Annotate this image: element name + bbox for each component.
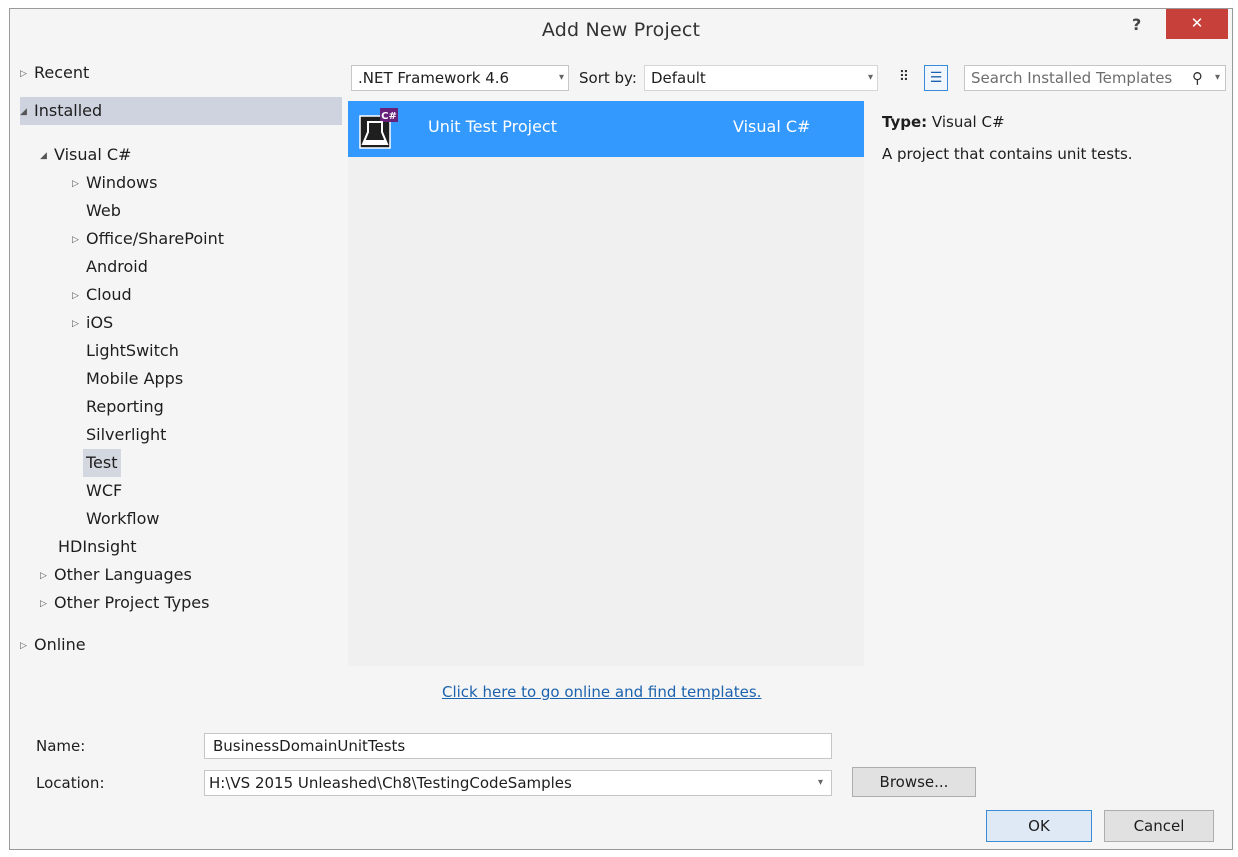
online-templates-link[interactable]: Click here to go online and find templat… (442, 683, 761, 701)
expand-arrow-icon[interactable]: ▷ (72, 310, 86, 338)
search-placeholder: Search Installed Templates (971, 69, 1173, 87)
type-line: Type: Visual C# (882, 113, 1222, 131)
project-name-input[interactable]: BusinessDomainUnitTests (204, 733, 832, 759)
dropdown-arrow-icon[interactable]: ▾ (1215, 66, 1220, 90)
help-icon[interactable]: ? (1132, 15, 1141, 34)
tree-item-label: iOS (86, 313, 114, 332)
tree-item-windows[interactable]: ▷ Windows (72, 169, 157, 197)
tree-item-other-project-types[interactable]: ▷ Other Project Types (40, 589, 209, 617)
add-new-project-dialog: Add New Project ? ✕ ▷ Recent ◢ Installed ◢… (9, 8, 1233, 850)
tree-item-ios[interactable]: ▷ iOS (72, 309, 113, 337)
tree-item-label: Cloud (86, 285, 132, 304)
tree-item-lightswitch[interactable]: LightSwitch (86, 337, 179, 365)
tree-item-label: Windows (86, 173, 158, 192)
cancel-button[interactable]: Cancel (1104, 810, 1214, 842)
tree-item-label: Office/SharePoint (86, 229, 224, 248)
expand-arrow-icon[interactable]: ▷ (40, 562, 54, 590)
tree-item-visual-csharp[interactable]: ◢ Visual C# (40, 141, 131, 169)
tree-item-label: Visual C# (54, 145, 132, 164)
template-badge: C# (381, 111, 397, 122)
ok-button[interactable]: OK (986, 810, 1092, 842)
close-button[interactable]: ✕ (1166, 9, 1228, 39)
tree-item-wcf[interactable]: WCF (86, 477, 122, 505)
tree-item-test[interactable]: Test (83, 449, 121, 477)
tree-item-cloud[interactable]: ▷ Cloud (72, 281, 132, 309)
dropdown-arrow-icon[interactable]: ▾ (818, 771, 823, 795)
framework-value: .NET Framework 4.6 (358, 69, 510, 87)
template-name: Unit Test Project (428, 117, 557, 136)
unit-test-project-icon: C# (359, 108, 398, 149)
title-bar: Add New Project ? ✕ (10, 9, 1232, 51)
tree-item-online[interactable]: ▷ Online (20, 631, 86, 659)
dropdown-arrow-icon[interactable]: ▾ (559, 66, 564, 90)
sort-select[interactable]: Default ▾ (644, 65, 878, 91)
location-label: Location: (36, 774, 105, 792)
expand-arrow-icon[interactable]: ▷ (40, 590, 54, 618)
collapse-arrow-icon[interactable]: ◢ (20, 98, 34, 126)
location-value: H:\VS 2015 Unleashed\Ch8\TestingCodeSamp… (209, 774, 572, 792)
tree-item-workflow[interactable]: Workflow (86, 505, 159, 533)
tree-item-web[interactable]: Web (86, 197, 121, 225)
tree-item-other-languages[interactable]: ▷ Other Languages (40, 561, 192, 589)
template-description: A project that contains unit tests. (882, 145, 1133, 163)
template-category-tree: ▷ Recent ◢ Installed ◢ Visual C# ▷ Windows W… (20, 57, 342, 677)
tree-item-reporting[interactable]: Reporting (86, 393, 164, 421)
template-item-unit-test-project[interactable]: C# Unit Test Project Visual C# (348, 101, 864, 157)
tree-item-label: Online (34, 635, 86, 654)
location-select[interactable]: H:\VS 2015 Unleashed\Ch8\TestingCodeSamp… (204, 770, 832, 796)
collapse-arrow-icon[interactable]: ◢ (40, 142, 54, 170)
tree-item-mobile-apps[interactable]: Mobile Apps (86, 365, 183, 393)
type-value: Visual C# (931, 113, 1005, 131)
name-label: Name: (36, 737, 86, 755)
search-icon[interactable]: ⚲ (1192, 66, 1203, 90)
tree-item-silverlight[interactable]: Silverlight (86, 421, 166, 449)
search-templates-input[interactable]: Search Installed Templates ⚲ ▾ (964, 65, 1226, 91)
tree-item-recent[interactable]: ▷ Recent (20, 59, 89, 87)
dropdown-arrow-icon[interactable]: ▾ (868, 66, 873, 90)
browse-button[interactable]: Browse... (852, 767, 976, 797)
medium-icons-view-icon[interactable]: ⠿ (892, 65, 916, 91)
expand-arrow-icon[interactable]: ▷ (72, 282, 86, 310)
tree-item-android[interactable]: Android (86, 253, 148, 281)
template-details: Type: Visual C# A project that contains … (882, 113, 1222, 163)
tree-item-installed[interactable]: ◢ Installed (20, 97, 342, 125)
expand-arrow-icon[interactable]: ▷ (20, 60, 34, 88)
expand-arrow-icon[interactable]: ▷ (72, 170, 86, 198)
sort-value: Default (651, 69, 706, 87)
template-list: C# Unit Test Project Visual C# (348, 101, 864, 666)
tree-item-office-sharepoint[interactable]: ▷ Office/SharePoint (72, 225, 224, 253)
type-label: Type: (882, 113, 928, 131)
tree-item-label: Other Project Types (54, 593, 210, 612)
tree-item-label: Other Languages (54, 565, 192, 584)
template-language: Visual C# (733, 117, 811, 136)
sort-label: Sort by: (579, 69, 637, 87)
framework-select[interactable]: .NET Framework 4.6 ▾ (351, 65, 569, 91)
small-icons-view-icon[interactable]: ☰ (924, 65, 948, 91)
expand-arrow-icon[interactable]: ▷ (72, 226, 86, 254)
dialog-title: Add New Project (541, 19, 701, 41)
tree-item-hdinsight[interactable]: HDInsight (58, 533, 137, 561)
tree-item-label: Recent (34, 63, 90, 82)
tree-item-label: Installed (34, 101, 103, 120)
expand-arrow-icon[interactable]: ▷ (20, 632, 34, 660)
